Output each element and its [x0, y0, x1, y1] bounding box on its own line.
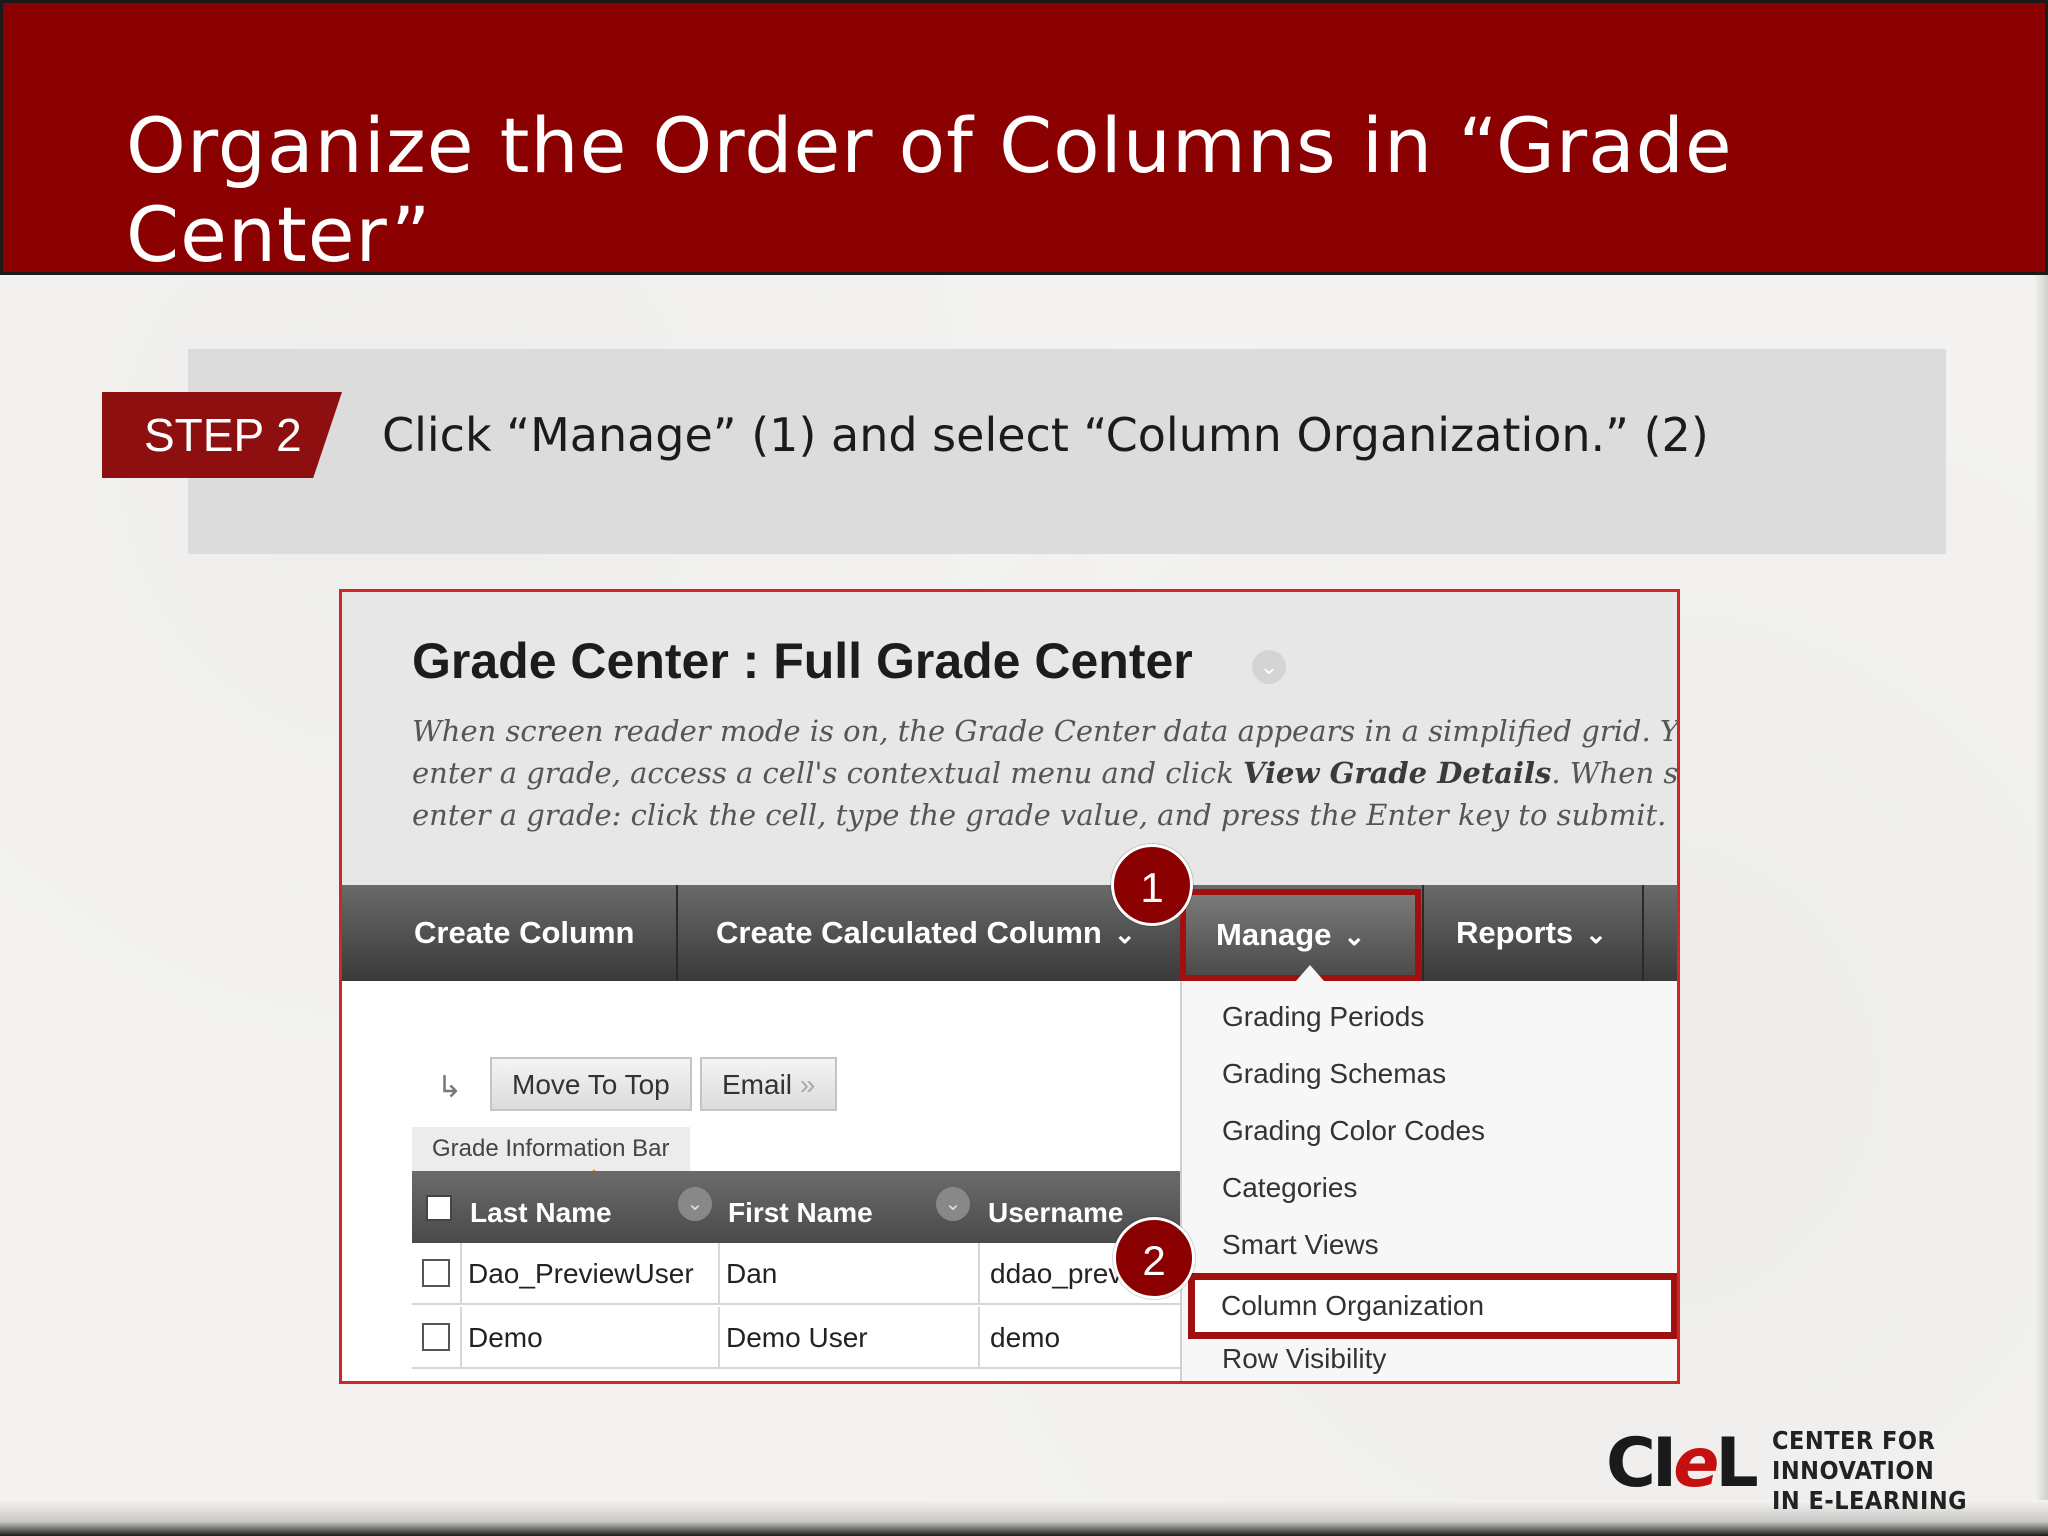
chevron-down-icon: ⌄ [1113, 919, 1136, 949]
cell-first-name[interactable]: Demo User [726, 1307, 868, 1369]
column-header-last-name[interactable]: Last Name [470, 1171, 612, 1243]
menu-item-grading-schemas[interactable]: Grading Schemas [1222, 1058, 1446, 1090]
slide-header: Organize the Order of Columns in “Grade … [0, 0, 2048, 279]
column-header-username[interactable]: Username [988, 1171, 1123, 1243]
action-toolbar: Create Column Create Calculated Column ⌄ … [342, 885, 1677, 981]
logo-line-2: IN E-LEARNING [1772, 1486, 1968, 1515]
slide-title: Organize the Order of Columns in “Grade … [126, 101, 1733, 279]
toolbar-divider [1422, 885, 1424, 981]
dropdown-caret [1296, 965, 1324, 981]
cell-last-name[interactable]: Demo [468, 1307, 543, 1369]
cell-divider [460, 1243, 462, 1305]
menu-item-grading-color-codes[interactable]: Grading Color Codes [1222, 1115, 1485, 1147]
table-row: Dao_PreviewUser Dan ddao_prev [412, 1243, 1232, 1305]
cell-divider [978, 1307, 980, 1369]
email-button[interactable]: Email » [700, 1057, 838, 1111]
ciel-logo: CIeL [1606, 1424, 1759, 1503]
create-calculated-column-button[interactable]: Create Calculated Column ⌄ [716, 885, 1136, 981]
table-row: Demo Demo User demo [412, 1307, 1232, 1369]
step-tag: STEP 2 [102, 392, 342, 478]
chevron-down-icon[interactable]: ⌄ [936, 1187, 970, 1221]
select-arrow-icon: ↳ [437, 1071, 463, 1104]
cell-username[interactable]: demo [990, 1307, 1060, 1369]
menu-item-smart-views[interactable]: Smart Views [1222, 1229, 1379, 1261]
manage-button[interactable]: Manage ⌄ [1216, 893, 1365, 977]
cell-first-name[interactable]: Dan [726, 1243, 777, 1305]
notice-line-2: enter a grade, access a cell's contextua… [412, 756, 1679, 790]
grid-header: Last Name ⌄ First Name ⌄ Username [412, 1171, 1232, 1243]
page-title: Grade Center : Full Grade Center [412, 633, 1193, 689]
callout-badge-2: 2 [1113, 1217, 1195, 1299]
notice-line-3: enter a grade: click the cell, type the … [412, 798, 1677, 832]
row-checkbox[interactable] [422, 1259, 450, 1287]
menu-item-column-organization[interactable]: Column Organization [1221, 1290, 1484, 1322]
cell-last-name[interactable]: Dao_PreviewUser [468, 1243, 694, 1305]
logo-wordmark: CENTER FOR INNOVATION IN E-LEARNING [1772, 1426, 2048, 1516]
create-column-button[interactable]: Create Column [414, 885, 634, 981]
chevron-down-icon: ⌄ [1585, 919, 1607, 949]
column-header-first-name[interactable]: First Name [728, 1171, 873, 1243]
menu-item-grading-periods[interactable]: Grading Periods [1222, 1001, 1424, 1033]
chevron-down-icon: ⌄ [1343, 921, 1366, 951]
column-organization-highlight[interactable]: Column Organization [1188, 1273, 1677, 1339]
menu-item-row-visibility[interactable]: Row Visibility [1222, 1343, 1386, 1375]
cell-divider [460, 1307, 462, 1369]
page-edge [2034, 275, 2048, 1536]
cell-divider [718, 1307, 720, 1369]
toolbar-divider [676, 885, 678, 981]
grade-information-bar[interactable]: Grade Information Bar [412, 1127, 690, 1171]
view-grade-details-emphasis: View Grade Details [1243, 756, 1552, 790]
logo-line-1: CENTER FOR INNOVATION [1772, 1426, 1936, 1485]
page-shadow [0, 1500, 2048, 1536]
row-checkbox[interactable] [422, 1323, 450, 1351]
instruction-text: Click “Manage” (1) and select “Column Or… [382, 408, 1709, 462]
reports-button[interactable]: Reports ⌄ [1456, 885, 1607, 981]
select-all-checkbox[interactable] [426, 1195, 452, 1221]
toolbar-divider [1642, 885, 1644, 981]
cell-divider [978, 1243, 980, 1305]
callout-badge-1: 1 [1111, 844, 1193, 926]
move-to-top-button[interactable]: Move To Top [490, 1057, 692, 1111]
cell-username[interactable]: ddao_prev [990, 1243, 1122, 1305]
screen-reader-notice: When screen reader mode is on, the Grade… [412, 710, 1679, 836]
cell-divider [718, 1243, 720, 1305]
notice-line-1: When screen reader mode is on, the Grade… [412, 714, 1677, 748]
menu-item-categories[interactable]: Categories [1222, 1172, 1357, 1204]
grade-center-screenshot: Grade Center : Full Grade Center ⌄ When … [339, 589, 1680, 1384]
chevron-down-icon[interactable]: ⌄ [1252, 650, 1286, 684]
double-chevron-icon: » [799, 1069, 816, 1100]
chevron-down-icon[interactable]: ⌄ [678, 1187, 712, 1221]
